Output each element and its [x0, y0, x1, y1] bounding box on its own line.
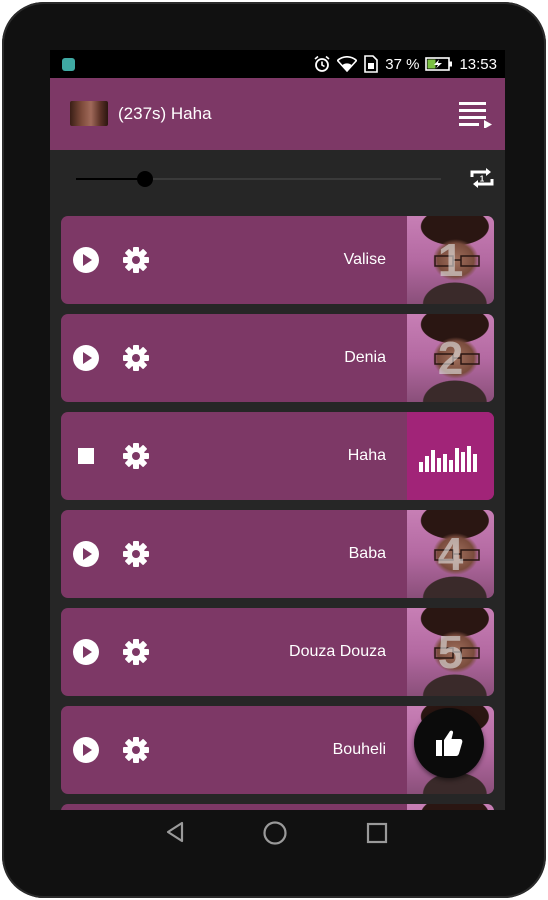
track-label: Denia [344, 349, 386, 366]
queue-music-icon[interactable] [459, 100, 493, 128]
track-row-playing[interactable]: Haha [61, 412, 494, 500]
now-playing-thumbnail [70, 101, 108, 126]
track-row[interactable]: Denia 2 [61, 314, 494, 402]
track-number: 1 [437, 234, 464, 286]
track-row-partial[interactable] [61, 804, 494, 810]
track-row[interactable]: Douza Douza 5 [61, 608, 494, 696]
track-thumbnail: 4 [407, 510, 494, 598]
track-thumbnail: 2 [407, 314, 494, 402]
play-icon[interactable] [72, 638, 100, 666]
tablet-frame: 37 % 13:53 (237s) Haha 1 Valise 1 Denia … [2, 2, 546, 898]
wifi-icon [337, 56, 358, 72]
gear-icon[interactable] [122, 344, 150, 372]
equalizer-icon [419, 446, 477, 472]
track-label: Douza Douza [289, 643, 386, 660]
repeat-one-icon[interactable]: 1 [469, 165, 495, 191]
track-row[interactable]: Baba 4 [61, 510, 494, 598]
recents-icon[interactable] [366, 822, 388, 844]
play-icon[interactable] [72, 246, 100, 274]
battery-charging-icon [425, 57, 453, 71]
screen: 37 % 13:53 (237s) Haha 1 Valise 1 Denia … [50, 50, 505, 810]
gear-icon[interactable] [122, 246, 150, 274]
seek-progress [76, 178, 146, 180]
track-row[interactable]: Valise 1 [61, 216, 494, 304]
play-icon[interactable] [72, 540, 100, 568]
gear-icon[interactable] [122, 638, 150, 666]
app-bar: (237s) Haha [50, 78, 505, 150]
like-fab-button[interactable] [414, 708, 484, 778]
gear-icon[interactable] [122, 442, 150, 470]
stop-icon[interactable] [72, 442, 100, 470]
face-photo [407, 804, 494, 810]
track-label: Bouheli [332, 741, 386, 758]
home-icon[interactable] [262, 820, 288, 846]
back-icon[interactable] [164, 820, 186, 844]
now-playing-title: (237s) Haha [118, 104, 212, 123]
svg-text:1: 1 [480, 175, 485, 184]
alarm-icon [314, 55, 330, 72]
app-notification-icon [62, 58, 75, 71]
track-number: 5 [437, 626, 464, 678]
track-label: Valise [343, 251, 386, 268]
thumb-up-icon [436, 730, 463, 756]
track-label: Haha [347, 447, 386, 464]
play-icon[interactable] [72, 736, 100, 764]
gear-icon[interactable] [122, 540, 150, 568]
track-number: 2 [437, 332, 464, 384]
status-bar: 37 % 13:53 [50, 50, 505, 78]
track-thumbnail-playing [407, 412, 494, 500]
track-thumbnail: 5 [407, 608, 494, 696]
track-number: 4 [437, 528, 464, 580]
track-thumbnail: 1 [407, 216, 494, 304]
track-thumbnail [407, 804, 494, 810]
track-label: Baba [348, 545, 386, 562]
seek-thumb[interactable] [137, 171, 154, 187]
play-icon[interactable] [72, 344, 100, 372]
clock: 13:53 [459, 55, 497, 73]
player-controls: 1 [50, 150, 505, 210]
sim-icon [364, 55, 379, 73]
battery-percent: 37 % [385, 55, 420, 73]
gear-icon[interactable] [122, 736, 150, 764]
